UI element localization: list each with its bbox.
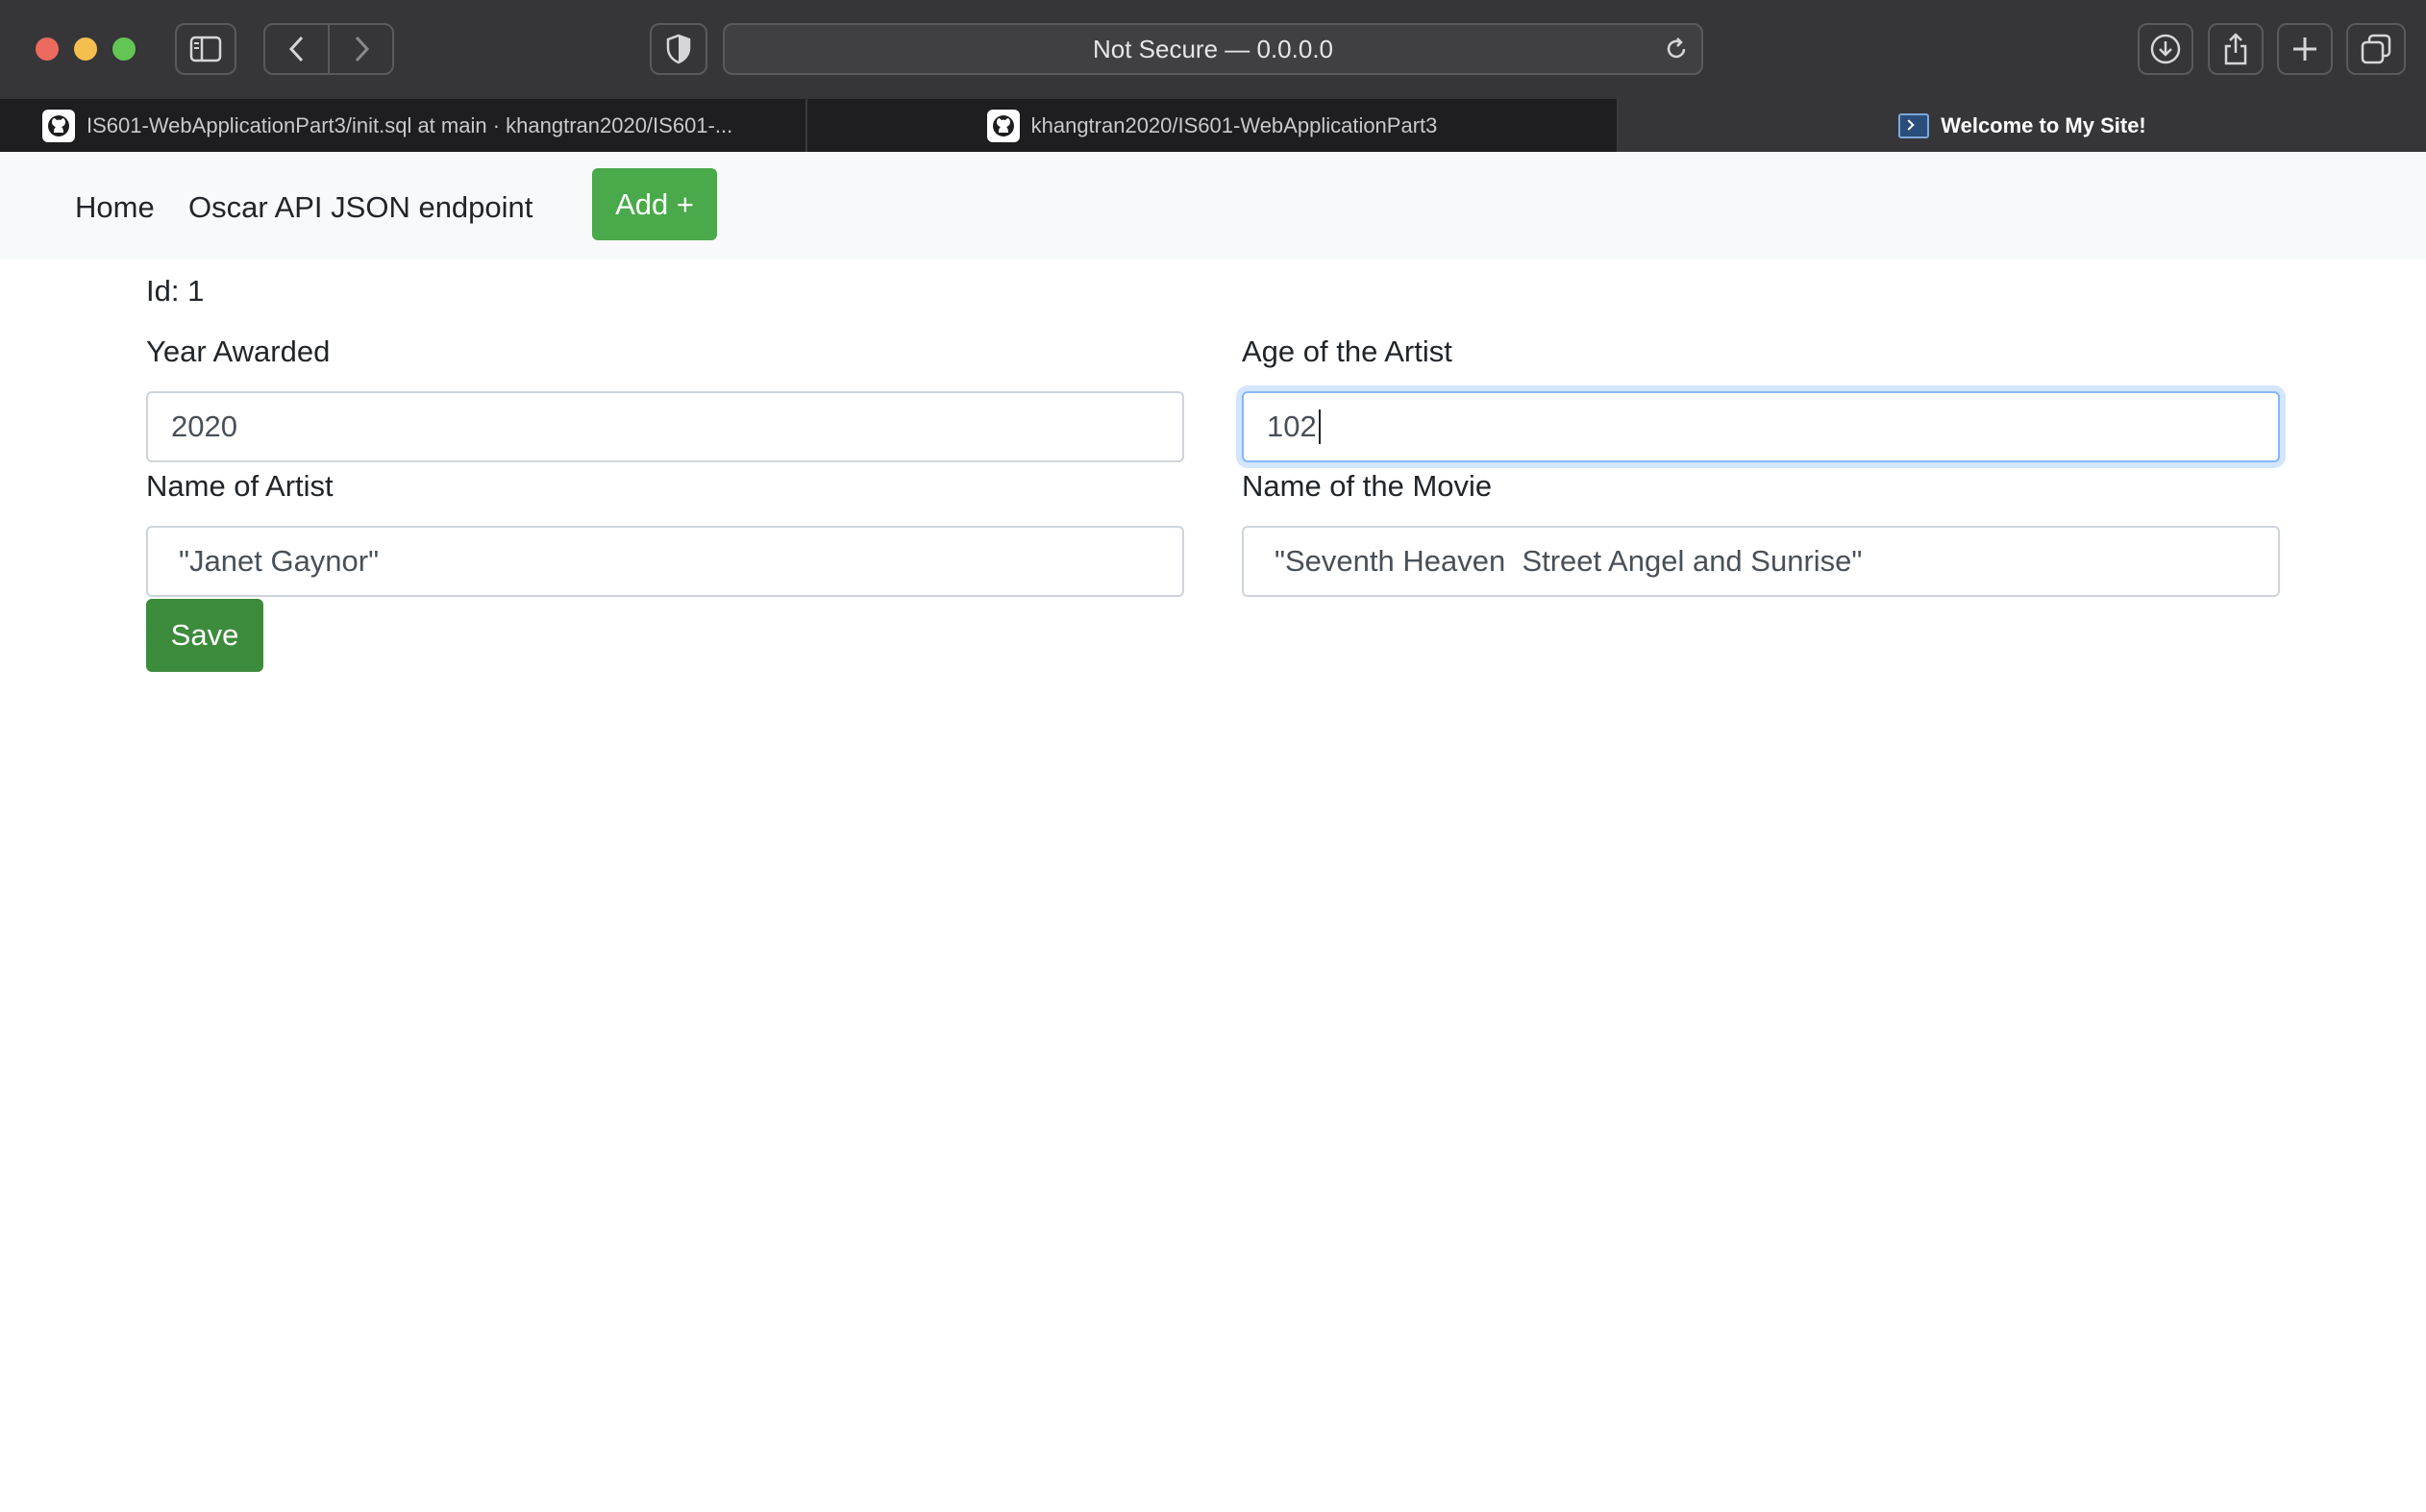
movie-input[interactable]: "Seventh Heaven Street Angel and Sunrise… [1242,526,2280,597]
tab-label: Welcome to My Site! [1941,112,2146,137]
downloads-button[interactable] [2138,23,2193,75]
movie-value: "Seventh Heaven Street Angel and Sunrise… [1275,544,1863,578]
nav-home-link[interactable]: Home [75,190,155,225]
tab-overview-icon [2361,34,2391,64]
year-label: Year Awarded [146,335,331,368]
age-value: 102 [1267,409,1317,443]
tab-repository[interactable]: khangtran2020/IS601-WebApplicationPart3 [807,99,1619,152]
chevron-left-icon [288,36,303,62]
tab-label: IS601-WebApplicationPart3/init.sql at ma… [87,112,733,137]
save-button[interactable]: Save [146,599,263,672]
year-value: 2020 [171,409,237,443]
site-navbar: Home Oscar API JSON endpoint Add + [0,152,2426,260]
chevron-right-icon [355,36,369,62]
github-icon [42,109,75,142]
tab-label: khangtran2020/IS601-WebApplicationPart3 [1030,112,1438,137]
share-button[interactable] [2208,23,2264,75]
artist-input[interactable]: "Janet Gaynor" [146,526,1184,597]
shield-icon [666,34,691,64]
add-button[interactable]: Add + [592,168,717,240]
year-input[interactable]: 2020 [146,391,1184,462]
age-label: Age of the Artist [1242,335,1452,368]
record-id: Id: 1 [146,274,205,308]
tab-overview-button[interactable] [2346,23,2406,75]
artist-label: Name of Artist [146,469,334,503]
history-nav-group [263,23,394,75]
tab-welcome-active[interactable]: Welcome to My Site! [1619,99,2426,152]
artist-value: "Janet Gaynor" [179,544,380,578]
terminal-icon [1898,112,1930,138]
address-bar[interactable]: Not Secure — 0.0.0.0 [723,23,1703,75]
sidebar-icon [189,36,222,62]
sidebar-toggle-button[interactable] [175,23,236,75]
github-icon [986,109,1020,142]
text-caret [1318,409,1321,444]
download-icon [2150,34,2181,64]
reload-icon[interactable] [1663,36,1690,62]
nav-api-link[interactable]: Oscar API JSON endpoint [188,190,532,225]
share-icon [2224,33,2247,65]
tab-bar: IS601-WebApplicationPart3/init.sql at ma… [0,99,2426,152]
age-input[interactable]: 102 [1242,391,2280,462]
new-tab-button[interactable] [2277,23,2333,75]
tab-init-sql[interactable]: IS601-WebApplicationPart3/init.sql at ma… [0,99,807,152]
forward-button[interactable] [330,25,392,73]
address-text: Not Secure — 0.0.0.0 [1092,34,1334,63]
close-window-button[interactable] [36,37,59,61]
plus-icon [2293,37,2316,61]
back-button[interactable] [265,25,330,73]
maximize-window-button[interactable] [112,37,136,61]
movie-label: Name of the Movie [1242,469,1493,503]
browser-toolbar: Not Secure — 0.0.0.0 [0,0,2426,100]
minimize-window-button[interactable] [74,37,97,61]
privacy-report-button[interactable] [650,23,707,75]
